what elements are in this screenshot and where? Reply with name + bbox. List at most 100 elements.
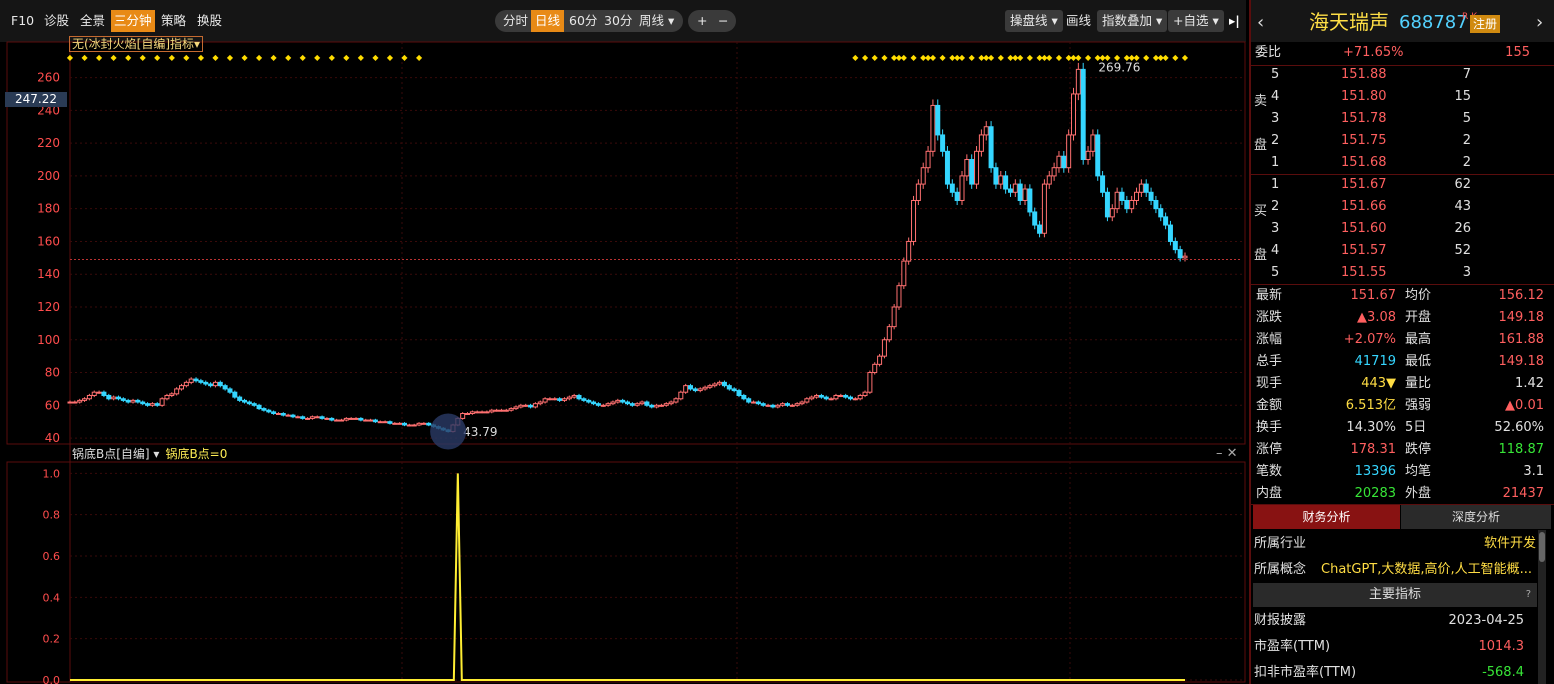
next-stock-icon[interactable]: › [1536, 12, 1543, 33]
buy-side-label: 买 [1254, 204, 1268, 219]
candle-body [1182, 255, 1188, 259]
candle-body [387, 421, 393, 424]
sub-panel-controls[interactable]: – ✕ [1216, 446, 1238, 462]
low-point-highlight [430, 413, 467, 450]
prev-stock-icon[interactable]: ‹ [1257, 12, 1264, 33]
signal-diamond: ◆ [1075, 53, 1082, 62]
stat-value: 149.18 [1498, 310, 1545, 325]
stat-label: 均笔 [1405, 464, 1432, 479]
signal-diamond: ◆ [881, 53, 888, 62]
help-icon[interactable]: ? [1526, 583, 1531, 607]
candle-body [688, 385, 694, 390]
candle-body [1090, 134, 1096, 152]
candle-body [338, 419, 344, 422]
candle-body [1017, 183, 1023, 201]
stat-row: 涨幅 +2.07% 最高 161.88 [1251, 329, 1554, 351]
y-tick-label: 260 [37, 71, 60, 85]
candle-body [794, 403, 800, 406]
analysis-tabs: 财务分析 深度分析 [1253, 505, 1551, 529]
scrollbar-thumb[interactable] [1539, 532, 1545, 562]
signal-diamond: ◆ [271, 53, 278, 62]
candle-body [91, 391, 97, 396]
signal-diamond: ◆ [67, 53, 74, 62]
stat-row: 金额 6.513亿 强弱 ▲0.01 [1251, 395, 1554, 417]
fin-label: 市盈率(TTM) [1254, 639, 1331, 654]
candle-body [1037, 224, 1043, 234]
weibi-diff: 155 [1505, 45, 1530, 60]
candle-body [382, 421, 388, 424]
candle-body [334, 419, 340, 422]
candle-body [930, 104, 936, 152]
candle-body [508, 408, 514, 411]
ask-row: 5 151.88 7 [1251, 64, 1554, 86]
bid-row: 2 151.66 43 [1251, 196, 1554, 218]
candle-body [678, 391, 684, 400]
candle-body [896, 285, 902, 308]
candle-body [906, 240, 912, 262]
candle-body [625, 401, 630, 405]
candle-body [363, 419, 369, 422]
bid-volume: 3 [1462, 265, 1471, 280]
low-price-label: 43.79 [463, 425, 497, 439]
main-indicator-header[interactable]: 主要指标 ? [1253, 583, 1537, 607]
candle-body [1148, 191, 1154, 201]
candle-body [1100, 175, 1106, 193]
candle-body [852, 398, 858, 401]
candle-body [397, 422, 403, 425]
candle-body [911, 199, 917, 242]
stat-value: 161.88 [1498, 332, 1545, 347]
tab-financial-analysis[interactable]: 财务分析 [1253, 505, 1400, 529]
candle-body [964, 159, 970, 177]
signal-diamond: ◆ [401, 53, 408, 62]
bid-price: 151.55 [1341, 265, 1387, 280]
panel-scrollbar[interactable] [1538, 530, 1546, 684]
candle-body [658, 404, 664, 407]
candle-body [513, 406, 519, 410]
candle-body [489, 409, 495, 413]
signal-diamond: ◆ [852, 53, 859, 62]
candle-body [125, 399, 131, 403]
y-tick-label: 140 [37, 267, 60, 281]
stat-value: 14.30% [1346, 420, 1396, 435]
candle-body [949, 183, 955, 193]
candle-body [974, 150, 980, 185]
bid-row: 5 151.55 3 [1251, 262, 1554, 284]
candle-body [256, 404, 262, 410]
kline-chart[interactable]: 4060801001201401601802002202402600.00.20… [0, 0, 1246, 684]
candle-body [154, 403, 160, 406]
stat-value: 41719 [1354, 354, 1396, 369]
candle-body [266, 409, 272, 413]
signal-diamond: ◆ [930, 53, 937, 62]
candle-body [426, 422, 432, 426]
candle-body [77, 399, 83, 403]
candle-body [149, 403, 155, 406]
stock-name: 海天瑞声 [1309, 10, 1389, 34]
candle-body [1051, 167, 1057, 177]
candle-body [392, 422, 398, 425]
sub-indicator-selector[interactable]: 锅底B点[自编] ▾ [72, 447, 159, 461]
tab-depth-analysis[interactable]: 深度分析 [1401, 505, 1551, 529]
stat-row: 涨跌 ▲3.08 开盘 149.18 [1251, 307, 1554, 329]
signal-diamond: ◆ [198, 53, 205, 62]
signal-diamond: ◆ [862, 53, 869, 62]
stat-value: 118.87 [1498, 442, 1545, 457]
ask-row: 4 151.80 15 [1251, 86, 1554, 108]
candle-body [67, 401, 73, 404]
ask-price: 151.78 [1341, 111, 1387, 126]
candle-body [115, 396, 121, 400]
candle-body [581, 398, 587, 401]
candle-body [649, 404, 655, 408]
candle-body [780, 403, 786, 406]
stat-value: 443▼ [1361, 376, 1396, 391]
candle-body [208, 383, 214, 387]
ask-price: 151.68 [1341, 155, 1387, 170]
candle-body [198, 380, 204, 383]
ask-level: 3 [1271, 111, 1280, 126]
stat-value: 149.18 [1498, 354, 1545, 369]
candle-body [1172, 240, 1178, 251]
signal-diamond: ◆ [1046, 53, 1053, 62]
candle-body [838, 394, 844, 397]
candle-body [179, 385, 184, 390]
candle-body [469, 411, 475, 415]
indicator-selector[interactable]: 无(冰封火焰[自编]指标▾ [69, 36, 204, 52]
